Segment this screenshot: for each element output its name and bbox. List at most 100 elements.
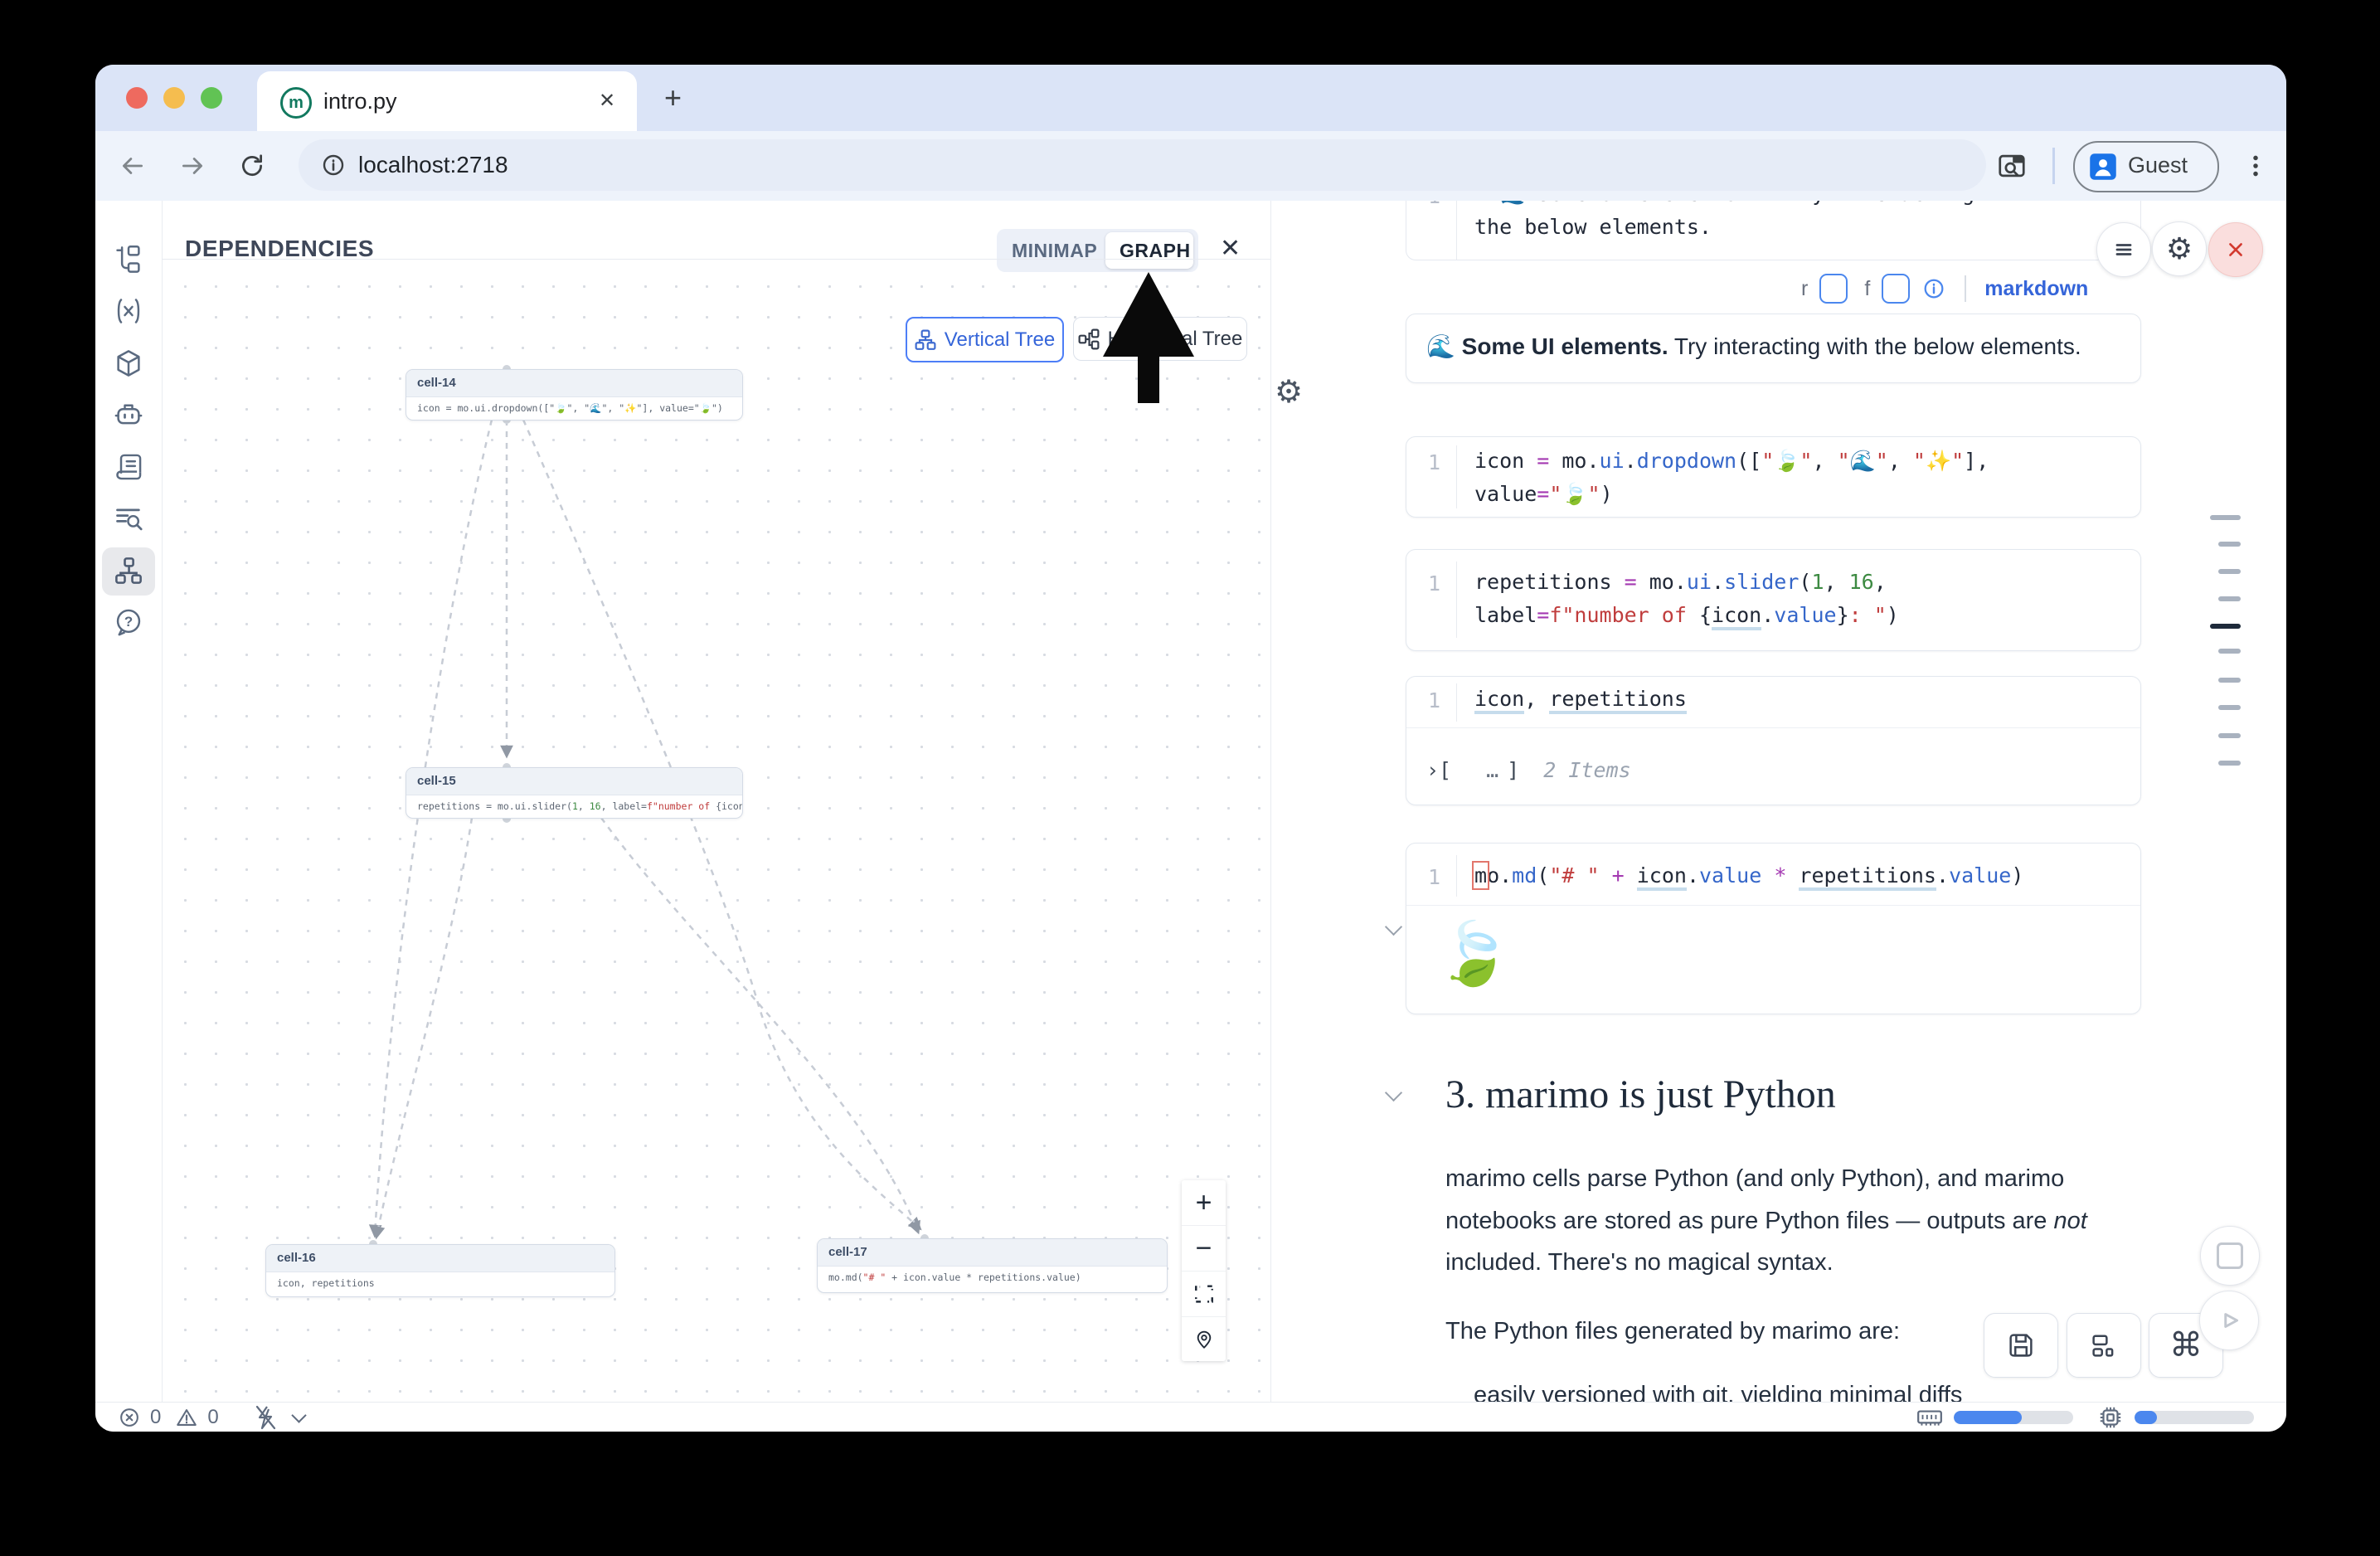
traffic-minimize-button[interactable] <box>163 87 185 109</box>
save-button[interactable] <box>1984 1313 2058 1378</box>
status-left: 0 0 <box>117 1405 304 1430</box>
cell-toolbar: r f markdown <box>1801 274 2088 304</box>
ai-sparkle-icon[interactable] <box>2282 1403 2286 1432</box>
node-code: icon = mo.ui.dropdown(["🍃", "🌊", "✨"], v… <box>406 397 742 419</box>
node-code: icon, repetitions <box>266 1272 614 1294</box>
code-cell-slider[interactable]: 1 repetitions = mo.ui.slider(1, 16, labe… <box>1406 549 2141 651</box>
app-content: ? DEPENDENCIES MINIMAP GRAPH ✕ <box>95 201 2286 1402</box>
code-line: icon = mo.ui.dropdown(["🍃", "🌊", "✨"], <box>1474 449 1989 474</box>
gutter-divider <box>1456 855 1457 897</box>
section-collapse-chevron-icon[interactable] <box>1385 1084 1402 1101</box>
code-cell-dropdown[interactable]: 1 icon = mo.ui.dropdown(["🍃", "🌊", "✨"],… <box>1406 436 2141 518</box>
console-output[interactable]: ›[…] 2 Items <box>1426 758 1631 782</box>
forward-button[interactable] <box>178 152 206 180</box>
fit-view-button[interactable] <box>1182 1272 1226 1317</box>
traffic-close-button[interactable] <box>126 87 148 109</box>
sidebar-item-file-tree[interactable] <box>99 236 158 284</box>
autorun-off-icon[interactable] <box>252 1404 279 1431</box>
output-bracket: ›[ <box>1426 758 1451 782</box>
avatar-icon <box>2088 152 2118 182</box>
language-label[interactable]: markdown <box>1984 277 2088 301</box>
horizontal-tree-icon <box>1078 328 1100 350</box>
minimap-dash-active <box>2210 624 2241 629</box>
run-button[interactable] <box>2199 1291 2259 1350</box>
warnings-icon[interactable] <box>174 1405 199 1430</box>
code-line: mo.md("# " + icon.value * repetitions.va… <box>1474 863 2023 887</box>
node-code: repetitions = mo.ui.slider(1, 16, label=… <box>406 795 742 817</box>
shutdown-button[interactable] <box>2208 222 2263 277</box>
markdown-cell-editor[interactable]: 1 **🌊 Some UI elements.** Try interactin… <box>1406 201 2141 260</box>
cpu-usage-fill <box>2135 1411 2157 1424</box>
sidebar-item-logs[interactable] <box>99 494 158 542</box>
zoom-out-button[interactable]: − <box>1182 1226 1226 1272</box>
sidebar-item-snippets[interactable] <box>99 443 158 491</box>
list-search-icon <box>114 503 143 533</box>
sidebar-item-dependencies[interactable] <box>99 547 158 595</box>
code-line: **🌊 Some UI elements.** Try interacting … <box>1474 201 2037 207</box>
location-pin-icon <box>1193 1329 1215 1350</box>
node-title: cell-17 <box>818 1239 1167 1267</box>
new-tab-button[interactable]: + <box>664 80 682 115</box>
md-output-emoji: 🍃 <box>1435 923 1512 985</box>
errors-icon[interactable] <box>117 1405 142 1430</box>
play-icon <box>2215 1306 2243 1335</box>
errors-count: 0 <box>150 1406 161 1429</box>
graph-node-cell-16[interactable]: cell-16 icon, repetitions <box>265 1244 615 1297</box>
layout-toggle-button[interactable] <box>2067 1313 2141 1378</box>
ram-usage-bar <box>1954 1411 2073 1424</box>
traffic-zoom-button[interactable] <box>201 87 222 109</box>
svg-text:?: ? <box>124 614 133 630</box>
tab-search-icon[interactable] <box>1996 150 2028 182</box>
notebook-settings-button[interactable]: ⚙ <box>2152 221 2207 276</box>
graph-zoom-controls: + − <box>1182 1180 1226 1361</box>
info-icon[interactable] <box>1921 276 1946 301</box>
code-cell-tuple[interactable]: 1 icon, repetitions ›[…] 2 Items <box>1406 676 2141 805</box>
locate-button[interactable] <box>1182 1317 1226 1361</box>
command-icon: ⌘ <box>2169 1329 2203 1362</box>
code-line: repetitions = mo.ui.slider(1, 16, <box>1474 570 1887 594</box>
stop-button[interactable] <box>2200 1226 2260 1286</box>
graph-node-cell-17[interactable]: cell-17 mo.md("# " + icon.value * repeti… <box>817 1238 1168 1293</box>
back-button[interactable] <box>119 152 147 180</box>
reload-button[interactable] <box>238 152 266 180</box>
minimap-dash <box>2218 705 2241 710</box>
cell-collapse-chevron-icon[interactable] <box>1385 918 1402 936</box>
file-tree-icon <box>114 245 143 275</box>
site-info-icon[interactable] <box>320 152 347 178</box>
code-cell-md[interactable]: 1 mo.md("# " + icon.value * repetitions.… <box>1406 843 2141 1014</box>
output-bold-text: 🌊 Some UI elements. <box>1426 333 1668 359</box>
vertical-tree-button[interactable]: Vertical Tree <box>906 317 1064 362</box>
markdown-output: 🌊 Some UI elements. Try interacting with… <box>1406 314 2141 383</box>
gear-icon: ⚙ <box>2166 234 2193 264</box>
ram-icon <box>1916 1403 1944 1432</box>
rerun-toggle[interactable] <box>1819 274 1848 304</box>
sidebar-item-help[interactable]: ? <box>99 598 158 646</box>
scroll-icon <box>114 452 143 482</box>
sidebar-item-ai-chat[interactable] <box>99 391 158 439</box>
dependency-graph-canvas[interactable]: cell-14 icon = mo.ui.dropdown(["🍃", "🌊",… <box>162 260 1270 1402</box>
marimo-favicon-icon: m <box>280 87 312 119</box>
horizontal-tree-button[interactable]: Horizontal Tree <box>1073 317 1247 361</box>
autorun-chevron-icon[interactable] <box>291 1408 306 1422</box>
url-bar[interactable]: localhost:2718 <box>299 139 1986 191</box>
toolbar-separator <box>1965 275 1966 302</box>
graph-node-cell-14[interactable]: cell-14 icon = mo.ui.dropdown(["🍃", "🌊",… <box>406 369 743 421</box>
browser-tab-strip: m intro.py ✕ + <box>95 65 2286 131</box>
sidebar-rail: ? <box>95 201 163 1402</box>
line-number: 1 <box>1428 571 1440 596</box>
browser-menu-icon[interactable] <box>2242 152 2270 180</box>
graph-node-cell-15[interactable]: cell-15 repetitions = mo.ui.slider(1, 16… <box>406 767 743 819</box>
zoom-in-button[interactable]: + <box>1182 1180 1226 1226</box>
tab-close-icon[interactable]: ✕ <box>599 89 615 113</box>
browser-tab[interactable]: m intro.py ✕ <box>257 71 637 131</box>
section-heading: 3. marimo is just Python <box>1445 1072 1836 1117</box>
sidebar-item-packages[interactable] <box>99 339 158 387</box>
dependencies-panel: DEPENDENCIES MINIMAP GRAPH ✕ <box>162 201 1271 1402</box>
dependency-graph-icon <box>114 556 143 586</box>
profile-button[interactable]: Guest <box>2073 141 2219 192</box>
horizontal-tree-label: Horizontal Tree <box>1108 328 1243 351</box>
output-bracket-close: ] <box>1507 758 1519 782</box>
format-toggle[interactable] <box>1882 274 1910 304</box>
sidebar-item-variables[interactable] <box>99 287 158 335</box>
notebook-menu-button[interactable] <box>2096 222 2151 277</box>
